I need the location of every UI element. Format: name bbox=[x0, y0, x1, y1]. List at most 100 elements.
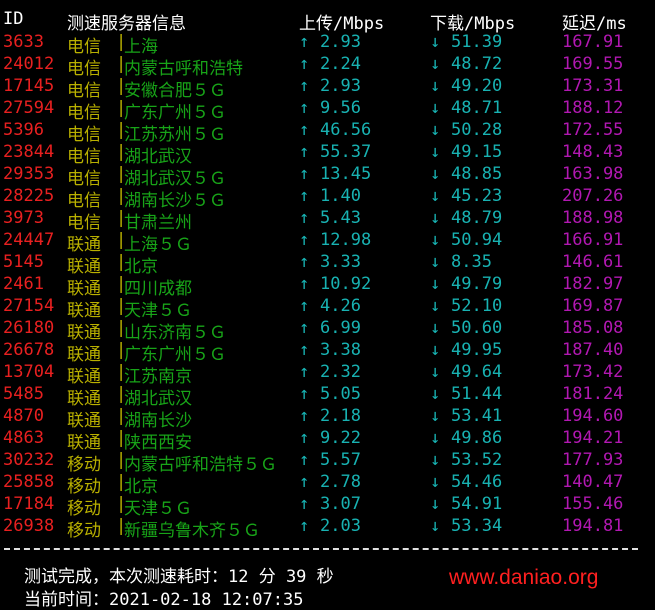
server-id: 30232 bbox=[3, 450, 55, 470]
up-arrow-icon: ↑ bbox=[299, 384, 310, 404]
down-arrow-icon: ↓ bbox=[430, 340, 441, 360]
down-arrow-icon: ↓ bbox=[430, 252, 441, 272]
latency-value: 163.98 bbox=[562, 164, 624, 184]
server-id: 5396 bbox=[3, 120, 44, 140]
download-speed: 53.41 bbox=[451, 406, 503, 426]
server-id: 26938 bbox=[3, 516, 55, 536]
table-row: 3973 电信 | 甘肃兰州 ↑ 5.43 ↓ 48.79 188.98 bbox=[0, 208, 655, 233]
upload-speed: 10.92 bbox=[320, 274, 372, 294]
server-id: 5485 bbox=[3, 384, 44, 404]
upload-speed: 13.45 bbox=[320, 164, 372, 184]
table-row: 23844 电信 | 湖北武汉 ↑ 55.37 ↓ 49.15 148.43 bbox=[0, 142, 655, 167]
download-speed: 51.39 bbox=[451, 32, 503, 52]
latency-value: 177.93 bbox=[562, 450, 624, 470]
isp-name: 移动 bbox=[67, 521, 101, 541]
table-row: 4863 联通 | 陕西西安 ↑ 9.22 ↓ 49.86 194.21 bbox=[0, 428, 655, 453]
upload-speed: 6.99 bbox=[320, 318, 361, 338]
download-speed: 52.10 bbox=[451, 296, 503, 316]
table-row: 28225 电信 | 湖南长沙５Ｇ ↑ 1.40 ↓ 45.23 207.26 bbox=[0, 186, 655, 211]
header-download: 下载/Mbps bbox=[430, 14, 516, 34]
upload-speed: 3.38 bbox=[320, 340, 361, 360]
download-speed: 48.79 bbox=[451, 208, 503, 228]
current-time: 当前时间：2021-02-18 12:07:35 bbox=[24, 590, 304, 610]
down-arrow-icon: ↓ bbox=[430, 362, 441, 382]
up-arrow-icon: ↑ bbox=[299, 494, 310, 514]
up-arrow-icon: ↑ bbox=[299, 252, 310, 272]
download-speed: 54.46 bbox=[451, 472, 503, 492]
latency-value: 194.21 bbox=[562, 428, 624, 448]
latency-value: 155.46 bbox=[562, 494, 624, 514]
up-arrow-icon: ↑ bbox=[299, 296, 310, 316]
latency-value: 182.97 bbox=[562, 274, 624, 294]
table-row: 30232 移动 | 内蒙古呼和浩特５Ｇ ↑ 5.57 ↓ 53.52 177.93 bbox=[0, 450, 655, 475]
server-id: 29353 bbox=[3, 164, 55, 184]
up-arrow-icon: ↑ bbox=[299, 318, 310, 338]
latency-value: 188.98 bbox=[562, 208, 624, 228]
server-id: 17184 bbox=[3, 494, 55, 514]
latency-value: 181.24 bbox=[562, 384, 624, 404]
upload-speed: 2.32 bbox=[320, 362, 361, 382]
download-speed: 51.44 bbox=[451, 384, 503, 404]
table-row: 24012 电信 | 内蒙古呼和浩特 ↑ 2.24 ↓ 48.72 169.55 bbox=[0, 54, 655, 79]
up-arrow-icon: ↑ bbox=[299, 186, 310, 206]
up-arrow-icon: ↑ bbox=[299, 164, 310, 184]
table-row: 17184 移动 | 天津５Ｇ ↑ 3.07 ↓ 54.91 155.46 bbox=[0, 494, 655, 519]
table-row: 4870 联通 | 湖南长沙 ↑ 2.18 ↓ 53.41 194.60 bbox=[0, 406, 655, 431]
down-arrow-icon: ↓ bbox=[430, 120, 441, 140]
down-arrow-icon: ↓ bbox=[430, 296, 441, 316]
down-arrow-icon: ↓ bbox=[430, 32, 441, 52]
latency-value: 148.43 bbox=[562, 142, 624, 162]
upload-speed: 3.33 bbox=[320, 252, 361, 272]
up-arrow-icon: ↑ bbox=[299, 208, 310, 228]
upload-speed: 2.18 bbox=[320, 406, 361, 426]
table-row: 13704 联通 | 江苏南京 ↑ 2.32 ↓ 49.64 173.42 bbox=[0, 362, 655, 387]
header-latency: 延迟/ms bbox=[562, 14, 627, 34]
server-id: 17145 bbox=[3, 76, 55, 96]
download-speed: 53.34 bbox=[451, 516, 503, 536]
upload-speed: 2.93 bbox=[320, 76, 361, 96]
up-arrow-icon: ↑ bbox=[299, 98, 310, 118]
server-id: 27154 bbox=[3, 296, 55, 316]
latency-value: 172.55 bbox=[562, 120, 624, 140]
upload-speed: 5.43 bbox=[320, 208, 361, 228]
server-id: 26180 bbox=[3, 318, 55, 338]
latency-value: 173.42 bbox=[562, 362, 624, 382]
server-id: 26678 bbox=[3, 340, 55, 360]
up-arrow-icon: ↑ bbox=[299, 406, 310, 426]
latency-value: 169.55 bbox=[562, 54, 624, 74]
up-arrow-icon: ↑ bbox=[299, 428, 310, 448]
up-arrow-icon: ↑ bbox=[299, 230, 310, 250]
terminal-window: ID 测速服务器信息 上传/Mbps 下载/Mbps 延迟/ms 3633 电信 |… bbox=[0, 0, 655, 610]
latency-value: 167.91 bbox=[562, 32, 624, 52]
up-arrow-icon: ↑ bbox=[299, 54, 310, 74]
download-speed: 49.79 bbox=[451, 274, 503, 294]
download-speed: 8.35 bbox=[451, 252, 492, 272]
server-id: 4863 bbox=[3, 428, 44, 448]
down-arrow-icon: ↓ bbox=[430, 142, 441, 162]
up-arrow-icon: ↑ bbox=[299, 76, 310, 96]
down-arrow-icon: ↓ bbox=[430, 384, 441, 404]
header-upload: 上传/Mbps bbox=[299, 14, 385, 34]
upload-speed: 2.03 bbox=[320, 516, 361, 536]
upload-speed: 5.05 bbox=[320, 384, 361, 404]
table-row: 26678 联通 | 广东广州５Ｇ ↑ 3.38 ↓ 49.95 187.40 bbox=[0, 340, 655, 365]
down-arrow-icon: ↓ bbox=[430, 274, 441, 294]
download-speed: 49.15 bbox=[451, 142, 503, 162]
down-arrow-icon: ↓ bbox=[430, 406, 441, 426]
download-speed: 53.52 bbox=[451, 450, 503, 470]
server-id: 5145 bbox=[3, 252, 44, 272]
up-arrow-icon: ↑ bbox=[299, 340, 310, 360]
server-id: 3973 bbox=[3, 208, 44, 228]
table-row: 5145 联通 | 北京 ↑ 3.33 ↓ 8.35 146.61 bbox=[0, 252, 655, 277]
latency-value: 146.61 bbox=[562, 252, 624, 272]
table-row: 25858 移动 | 北京 ↑ 2.78 ↓ 54.46 140.47 bbox=[0, 472, 655, 497]
server-id: 13704 bbox=[3, 362, 55, 382]
server-id: 28225 bbox=[3, 186, 55, 206]
latency-value: 194.81 bbox=[562, 516, 624, 536]
table-row: 5485 联通 | 湖北武汉 ↑ 5.05 ↓ 51.44 181.24 bbox=[0, 384, 655, 409]
latency-value: 169.87 bbox=[562, 296, 624, 316]
server-id: 4870 bbox=[3, 406, 44, 426]
upload-speed: 3.07 bbox=[320, 494, 361, 514]
download-speed: 48.85 bbox=[451, 164, 503, 184]
table-row: 26938 移动 | 新疆乌鲁木齐５Ｇ ↑ 2.03 ↓ 53.34 194.81 bbox=[0, 516, 655, 541]
